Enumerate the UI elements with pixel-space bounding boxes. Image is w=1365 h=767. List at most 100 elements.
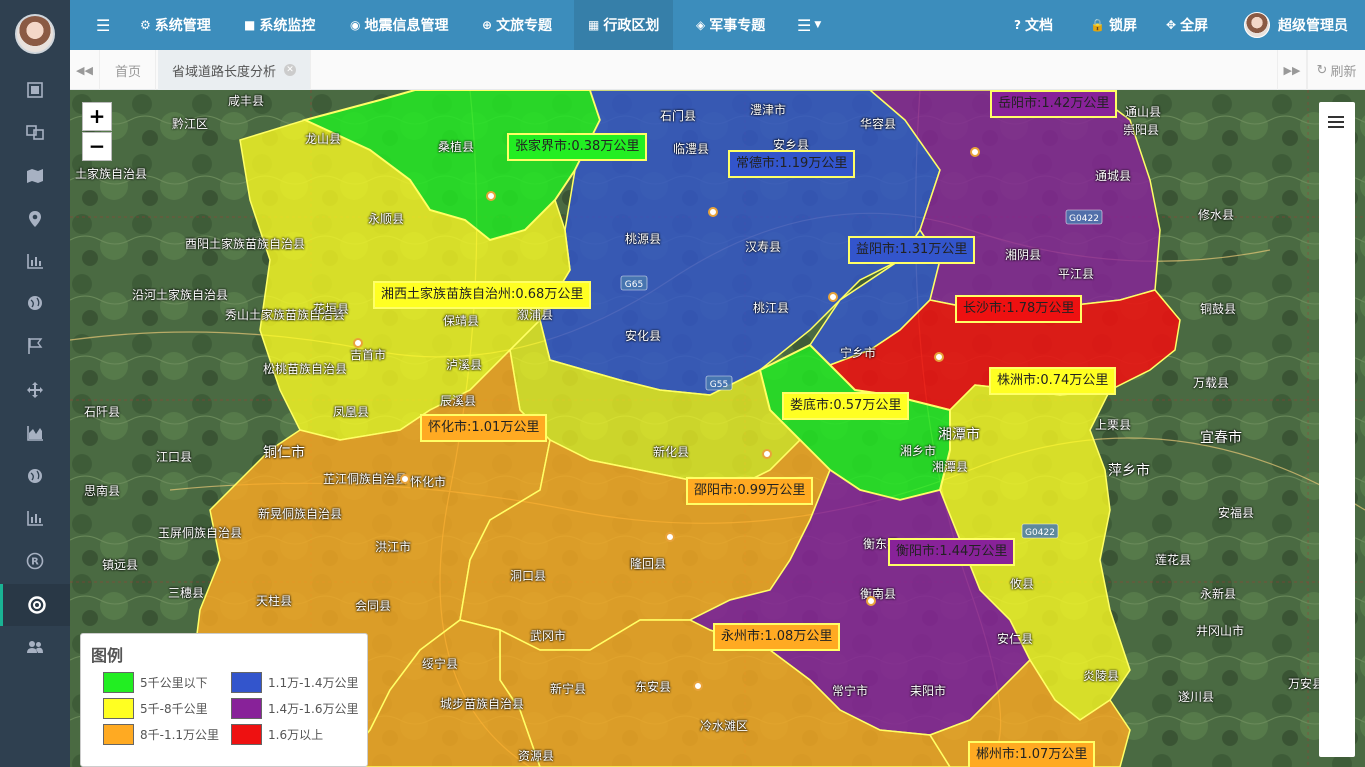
map-legend: 图例 5千公里以下 1.1万-1.4万公里 5千-8千公里 1.4万-1.6万公… <box>80 633 368 767</box>
place-label: 耒阳市 <box>910 684 947 698</box>
place-label: 平江县 <box>1058 267 1095 281</box>
nav-system-management[interactable]: ⚙ 系统管理 <box>140 0 211 50</box>
nav-lock-screen[interactable]: 🔒 锁屏 <box>1090 0 1137 50</box>
place-label: 泸溪县 <box>446 358 483 372</box>
nav-docs[interactable]: ? 文档 <box>1014 0 1053 50</box>
region-marker[interactable] <box>762 449 772 459</box>
move-icon[interactable] <box>0 369 70 411</box>
place-label: 桑植县 <box>438 140 475 154</box>
sidebar-avatar[interactable] <box>15 14 55 54</box>
map-icon[interactable] <box>0 155 70 197</box>
region-marker[interactable] <box>353 338 363 348</box>
place-label: 永顺县 <box>368 212 405 226</box>
region-label-chenzhou[interactable]: 郴州市:1.07万公里 <box>968 741 1096 767</box>
nav-fullscreen[interactable]: ✥ 全屏 <box>1166 0 1208 50</box>
legend-swatch <box>231 724 262 745</box>
place-label: 炎陵县 <box>1083 669 1120 683</box>
region-label-hengyang[interactable]: 衡阳市:1.44万公里 <box>888 538 1016 566</box>
place-label: 桃源县 <box>625 232 662 246</box>
place-label: 攸县 <box>1010 577 1035 591</box>
place-label: 思南县 <box>84 484 121 498</box>
caret-down-icon: ▼ <box>814 20 822 30</box>
bank-icon: ▦ <box>588 18 600 32</box>
nav-administrative-division[interactable]: ▦ 行政区划 <box>574 0 674 50</box>
list-icon: ☰ <box>797 15 812 35</box>
region-label-shaoyang[interactable]: 邵阳市:0.99万公里 <box>686 477 814 505</box>
region-marker[interactable] <box>866 596 876 606</box>
region-marker[interactable] <box>708 207 718 217</box>
close-icon[interactable]: ✕ <box>284 64 297 76</box>
refresh-button[interactable]: ↻ 刷新 <box>1307 50 1365 90</box>
users-icon[interactable] <box>0 626 70 668</box>
place-label: 莲花县 <box>1155 553 1192 567</box>
tab-road-length-analysis[interactable]: 省域道路长度分析 ✕ <box>158 50 312 90</box>
place-label: 镇远县 <box>102 558 139 572</box>
region-label-zhuzhou[interactable]: 株洲市:0.74万公里 <box>989 367 1117 395</box>
top-navbar: ☰ ⚙ 系统管理 ■ 系统监控 ◉ 地震信息管理 ⊕ 文旅专题 ▦ 行政区划 ◈ 军事专题 … <box>70 0 1365 50</box>
region-label-zhangjiajie[interactable]: 张家界市:0.38万公里 <box>507 133 648 161</box>
region-marker[interactable] <box>486 191 496 201</box>
place-label: 安福县 <box>1218 506 1255 520</box>
layer-menu-icon[interactable] <box>1328 116 1344 128</box>
region-marker[interactable] <box>693 681 703 691</box>
tab-home[interactable]: 首页 <box>101 50 157 90</box>
map-view[interactable]: G65 G55 G0422 G0422 咸丰县 黔江区 龙山县 桑植县 石门县 … <box>70 90 1365 767</box>
region-label-loudi[interactable]: 娄底市:0.57万公里 <box>782 392 910 420</box>
nav-military-topic[interactable]: ◈ 军事专题 <box>696 0 765 50</box>
legend-item: 5千公里以下 <box>103 672 208 693</box>
region-label-xiangxi[interactable]: 湘西土家族苗族自治州:0.68万公里 <box>373 281 592 309</box>
share-frames-icon[interactable] <box>0 111 70 153</box>
frame-icon[interactable] <box>0 69 70 111</box>
place-label: 澧津市 <box>750 103 787 117</box>
region-label-yueyang[interactable]: 岳阳市:1.42万公里 <box>990 90 1118 118</box>
registered-icon[interactable]: R <box>0 540 70 582</box>
nav-culture-tourism[interactable]: ⊕ 文旅专题 <box>482 0 552 50</box>
region-label-yiyang[interactable]: 益阳市:1.31万公里 <box>848 236 976 264</box>
refresh-icon: ↻ <box>1316 62 1328 78</box>
place-label: 常宁市 <box>832 684 869 698</box>
question-circle-icon: ? <box>1014 18 1021 32</box>
globe-icon[interactable] <box>0 282 70 324</box>
region-marker[interactable] <box>665 532 675 542</box>
bar-chart-icon[interactable] <box>0 497 70 539</box>
region-marker[interactable] <box>970 147 980 157</box>
legend-item: 1.6万以上 <box>231 724 323 745</box>
nav-system-monitor[interactable]: ■ 系统监控 <box>244 0 315 50</box>
bar-chart-icon[interactable] <box>0 240 70 282</box>
nav-earthquake-info[interactable]: ◉ 地震信息管理 <box>350 0 448 50</box>
globe-icon[interactable] <box>0 455 70 497</box>
place-label: 通山县 <box>1125 105 1162 119</box>
place-label: 新晃侗族自治县 <box>258 507 343 521</box>
tab-scroll-right-button[interactable]: ▶▶ <box>1277 50 1307 90</box>
place-label: 怀化市 <box>410 475 447 489</box>
place-label: 松桃苗族自治县 <box>263 362 348 376</box>
place-label: 武冈市 <box>530 629 567 643</box>
backward-icon: ◀◀ <box>76 63 93 77</box>
legend-item: 1.4万-1.6万公里 <box>231 698 359 719</box>
legend-item: 1.1万-1.4万公里 <box>231 672 359 693</box>
flag-icon[interactable] <box>0 325 70 367</box>
region-marker[interactable] <box>934 352 944 362</box>
legend-title: 图例 <box>91 646 124 665</box>
region-label-huaihua[interactable]: 怀化市:1.01万公里 <box>420 414 548 442</box>
place-label: 通城县 <box>1095 169 1132 183</box>
place-label: 汉寿县 <box>745 240 782 254</box>
region-marker[interactable] <box>828 292 838 302</box>
user-menu[interactable]: 超级管理员 <box>1244 0 1348 50</box>
menu-toggle-button[interactable]: ☰ <box>96 0 110 50</box>
region-label-yongzhou[interactable]: 永州市:1.08万公里 <box>713 623 841 651</box>
place-label: 宜春市 <box>1200 430 1242 446</box>
area-chart-icon[interactable] <box>0 412 70 454</box>
zoom-in-button[interactable]: + <box>82 102 112 131</box>
region-label-changde[interactable]: 常德市:1.19万公里 <box>728 150 856 178</box>
region-label-changsha[interactable]: 长沙市:1.78万公里 <box>955 295 1083 323</box>
region-marker[interactable] <box>400 474 410 484</box>
map-pin-icon[interactable] <box>0 198 70 240</box>
tab-scroll-left-button[interactable]: ◀◀ <box>70 50 100 90</box>
place-label: 湘潭市 <box>938 427 980 443</box>
life-ring-icon[interactable] <box>0 584 70 626</box>
zoom-out-button[interactable]: − <box>82 132 112 161</box>
legend-swatch <box>231 672 262 693</box>
nav-more-dropdown[interactable]: ☰ ▼ <box>797 0 821 50</box>
place-label: 保靖县 <box>443 314 480 328</box>
